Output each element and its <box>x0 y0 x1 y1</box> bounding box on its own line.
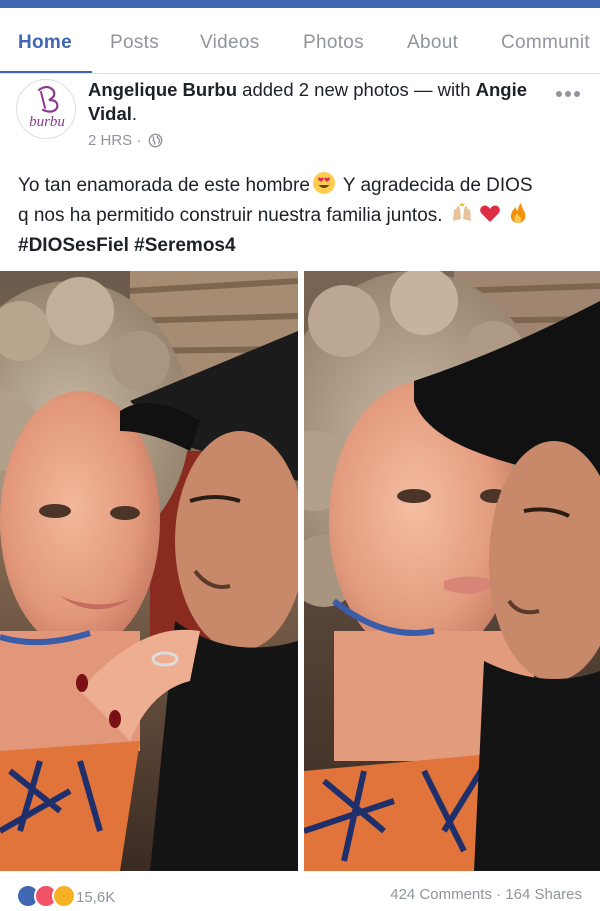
raised-hands-emoji <box>452 203 471 221</box>
top-bar <box>0 0 600 8</box>
burbu-logo: burbu <box>29 85 65 130</box>
svg-text:burbu: burbu <box>29 114 65 130</box>
caption-line-2: q nos ha permitido construir nuestra fam… <box>18 205 448 226</box>
post-meta: 2 HRS · <box>88 131 163 151</box>
post-caption: Yo tan enamorada de este hombre Y agrade… <box>18 171 588 261</box>
caption-line-1: Yo tan enamorada de este hombre <box>18 175 310 196</box>
photo-couple-2-image <box>304 271 600 871</box>
post-time[interactable]: 2 HRS <box>88 132 132 149</box>
tagged-suffix: . <box>131 103 138 124</box>
caption-line-1-rest: Y agradecida de DIOS <box>337 175 533 196</box>
haha-icon <box>52 884 76 908</box>
post-action-text: added 2 new photos — with <box>237 79 476 100</box>
red-heart-emoji <box>479 205 500 222</box>
meta-separator: · <box>136 132 142 149</box>
avatar[interactable]: burbu <box>16 79 76 139</box>
fire-emoji <box>510 203 526 223</box>
photo-couple-1-image <box>0 271 298 871</box>
tab-about[interactable]: About <box>407 8 458 73</box>
post-hashtags[interactable]: #DIOSesFiel #Seremos4 <box>18 231 588 261</box>
photo-couple-2[interactable] <box>304 271 600 871</box>
comments-shares[interactable]: 424 Comments · 164 Shares <box>390 886 582 903</box>
tab-videos[interactable]: Videos <box>200 8 260 73</box>
reaction-count: 15,6K <box>76 889 116 906</box>
page-tabs: Home Posts Videos Photos About Communit <box>0 8 600 74</box>
post-footer: 15,6K 424 Comments · 164 Shares <box>0 881 600 911</box>
tab-photos[interactable]: Photos <box>303 8 364 73</box>
post-header: Angelique Burbu added 2 new photos — wit… <box>88 78 528 126</box>
author-name[interactable]: Angelique Burbu <box>88 79 237 100</box>
active-tab-indicator <box>0 71 92 73</box>
tab-home[interactable]: Home <box>18 8 72 73</box>
post: burbu Angelique Burbu added 2 new photos… <box>0 75 600 908</box>
more-options-icon[interactable] <box>556 83 584 103</box>
tab-posts[interactable]: Posts <box>110 8 159 73</box>
photo-couple-1[interactable] <box>0 271 298 871</box>
globe-icon <box>148 133 162 148</box>
heart-eyes-emoji <box>312 172 335 194</box>
tab-community[interactable]: Communit <box>501 8 590 73</box>
